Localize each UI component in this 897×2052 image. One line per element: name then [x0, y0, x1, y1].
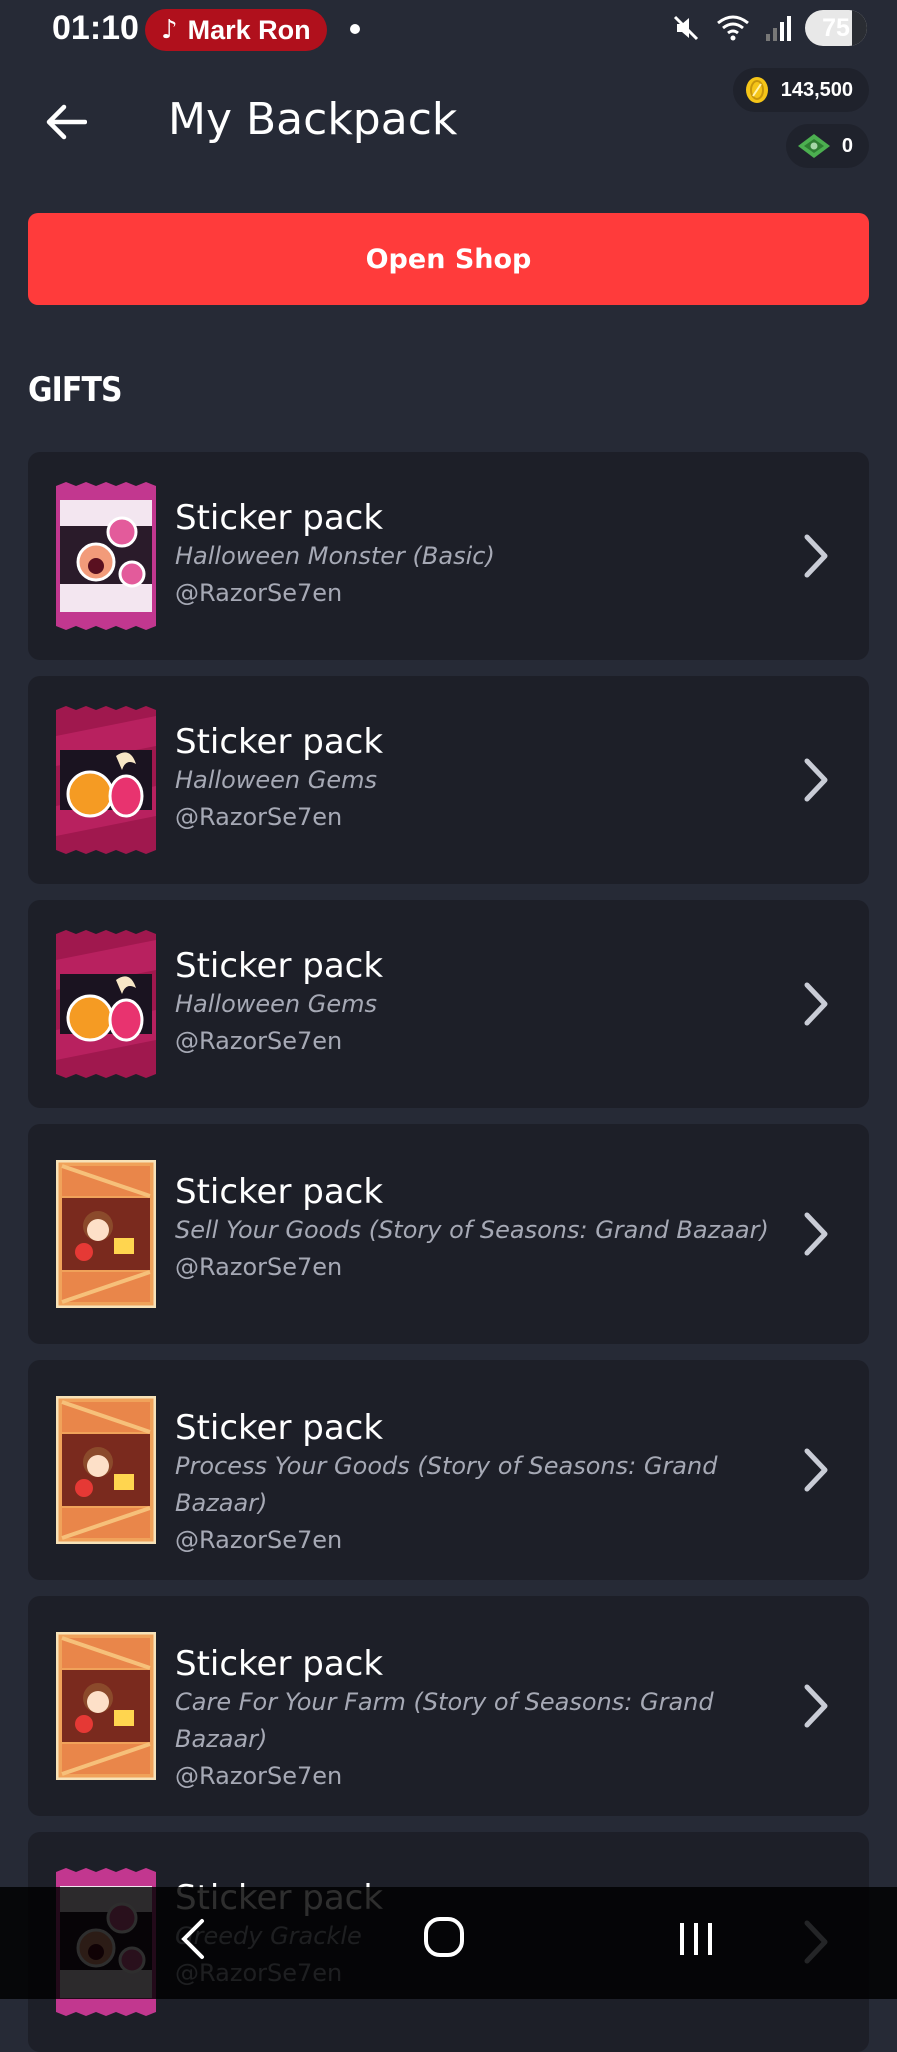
nav-recents-button[interactable]	[676, 1917, 716, 1965]
chevron-right-icon	[801, 1447, 831, 1493]
battery-icon: 75	[805, 10, 867, 46]
gift-sender: @RazorSe7en	[175, 1027, 343, 1055]
sticker-pack-thumbnail	[55, 1395, 157, 1545]
gift-text: Sticker pack Halloween Gems @RazorSe7en	[175, 722, 775, 836]
chevron-right-icon	[801, 1211, 831, 1257]
arrow-left-icon	[46, 104, 87, 140]
gift-name: Sticker pack	[175, 1172, 384, 1212]
media-notification-pill[interactable]: ♪ Mark Ron	[145, 9, 327, 51]
system-nav-bar	[0, 1887, 897, 1999]
sticker-pack-thumbnail	[56, 930, 156, 1078]
chevron-right-icon	[801, 1683, 831, 1729]
gift-pack-title: Care For Your Farm (Story of Seasons: Gr…	[175, 1688, 714, 1753]
mute-icon	[673, 15, 699, 41]
battery-level: 75	[822, 13, 850, 42]
chevron-right-icon	[801, 757, 831, 803]
chevron-right-icon	[801, 981, 831, 1027]
sticker-pack-thumbnail	[56, 706, 156, 854]
gift-name: Sticker pack	[175, 1644, 384, 1684]
music-note-icon: ♪	[161, 15, 178, 45]
page-title: My Backpack	[168, 94, 458, 145]
nav-home-icon	[424, 1917, 464, 1957]
cash-balance[interactable]: 0	[785, 124, 869, 168]
wifi-icon	[717, 15, 749, 41]
gift-text: Sticker pack Halloween Gems @RazorSe7en	[175, 946, 775, 1060]
gift-pack-title: Halloween Monster (Basic)	[175, 542, 495, 570]
cash-icon	[797, 134, 830, 158]
coin-amount: 143,500	[780, 78, 853, 101]
header: My Backpack 143,500 0	[0, 58, 897, 208]
sticker-pack-thumbnail	[55, 1631, 157, 1781]
gift-sender: @RazorSe7en	[175, 579, 343, 607]
gift-sender: @RazorSe7en	[175, 1526, 343, 1554]
gift-name: Sticker pack	[175, 946, 384, 986]
back-button[interactable]	[38, 94, 94, 150]
chevron-right-icon	[801, 533, 831, 579]
gift-pack-title: Halloween Gems	[175, 990, 378, 1018]
gift-card[interactable]: Sticker pack Sell Your Goods (Story of Se…	[28, 1124, 869, 1344]
gift-text: Sticker pack Care For Your Farm (Story of…	[175, 1644, 775, 1795]
gift-name: Sticker pack	[175, 498, 384, 538]
open-shop-button[interactable]: Open Shop	[28, 213, 869, 305]
gift-pack-title: Process Your Goods (Story of Seasons: Gr…	[175, 1452, 718, 1517]
signal-icon	[766, 16, 791, 41]
gift-card[interactable]: Sticker pack Halloween Gems @RazorSe7en	[28, 676, 869, 884]
gift-sender: @RazorSe7en	[175, 803, 343, 831]
gift-card[interactable]: Sticker pack Care For Your Farm (Story of…	[28, 1596, 869, 1816]
gift-text: Sticker pack Halloween Monster (Basic) @Ra…	[175, 498, 775, 612]
coin-icon	[745, 77, 768, 103]
status-time: 01:10	[52, 9, 139, 47]
nav-back-icon	[181, 1919, 204, 1959]
gift-sender: @RazorSe7en	[175, 1762, 343, 1790]
gift-pack-title: Halloween Gems	[175, 766, 378, 794]
notification-dot-icon	[350, 24, 360, 34]
media-label: Mark Ron	[187, 14, 311, 45]
status-icons: 75	[671, 10, 867, 46]
gift-sender: @RazorSe7en	[175, 1253, 343, 1281]
gift-card[interactable]: Sticker pack Halloween Monster (Basic) @Ra…	[28, 452, 869, 660]
gift-card[interactable]: Sticker pack Process Your Goods (Story of…	[28, 1360, 869, 1580]
sticker-pack-thumbnail	[55, 1159, 157, 1309]
cash-amount: 0	[841, 134, 853, 157]
section-title-gifts: GIFTS	[28, 370, 123, 410]
nav-back-button[interactable]	[178, 1917, 208, 1965]
status-bar: 01:10 ♪ Mark Ron 75	[0, 0, 897, 58]
gift-text: Sticker pack Sell Your Goods (Story of Se…	[175, 1172, 775, 1286]
nav-home-button[interactable]	[422, 1915, 466, 1963]
gift-text: Sticker pack Process Your Goods (Story of…	[175, 1408, 775, 1559]
coin-balance[interactable]: 143,500	[732, 68, 869, 112]
sticker-pack-thumbnail	[56, 482, 156, 630]
gift-name: Sticker pack	[175, 722, 384, 762]
gift-pack-title: Sell Your Goods (Story of Seasons: Grand…	[175, 1216, 769, 1244]
nav-recents-icon	[680, 1923, 712, 1955]
gift-name: Sticker pack	[175, 1408, 384, 1448]
gift-card[interactable]: Sticker pack Halloween Gems @RazorSe7en	[28, 900, 869, 1108]
